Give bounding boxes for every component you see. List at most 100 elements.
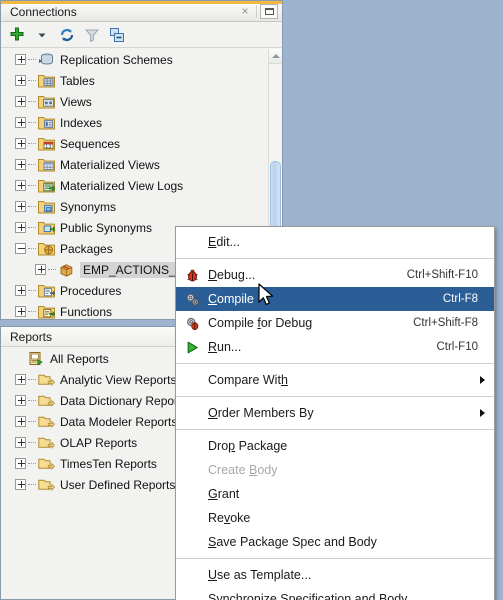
run-play-icon [176, 336, 208, 358]
tree-connector [28, 101, 36, 102]
menu-item-label: Debug... [208, 268, 256, 282]
tree-connector [28, 143, 36, 144]
menu-item-label: Order Members By [208, 406, 314, 420]
menu-item-label: Revoke [208, 511, 251, 525]
menu-item-no-icon [176, 564, 208, 586]
reports-panel-title: Reports [10, 330, 53, 344]
close-icon[interactable]: × [237, 4, 253, 19]
tree-item-label: Procedures [60, 283, 122, 298]
all-reports-icon [28, 351, 46, 367]
tree-connector [28, 206, 36, 207]
tree-item[interactable]: Synonyms [1, 196, 268, 217]
expand-plus-icon[interactable] [15, 437, 26, 448]
tree-item[interactable]: Tables [1, 70, 268, 91]
menu-item-edit[interactable]: Edit... [176, 230, 494, 254]
menu-item-shortcut: Ctrl-F8 [442, 293, 478, 305]
expand-plus-icon[interactable] [15, 458, 26, 469]
menu-item-synchronize-specification-and-body[interactable]: Synchronize Specification and Body... [176, 587, 494, 600]
filter-icon[interactable] [81, 24, 103, 46]
expand-plus-icon[interactable] [15, 306, 26, 317]
expand-plus-icon[interactable] [15, 285, 26, 296]
expand-plus-icon[interactable] [15, 479, 26, 490]
menu-item-drop-package[interactable]: Drop Package [176, 434, 494, 458]
debug-bug-icon [176, 264, 208, 286]
tree-item-label: Synonyms [60, 199, 117, 214]
menu-item-no-icon [176, 231, 208, 253]
report-folder-icon [38, 456, 56, 472]
menu-item-label: Create Body [208, 463, 278, 477]
titlebar-divider [256, 5, 257, 18]
sequences-folder-icon: 13 [38, 136, 56, 152]
expand-plus-icon[interactable] [15, 416, 26, 427]
tree-item-label: Replication Schemes [60, 52, 173, 67]
tree-connector [28, 122, 36, 123]
tree-connector [28, 379, 36, 380]
menu-item-order-members-by[interactable]: Order Members By [176, 401, 494, 425]
expand-plus-icon[interactable] [15, 75, 26, 86]
tree-connector [28, 421, 36, 422]
tree-connector [28, 248, 36, 249]
tree-item[interactable]: Materialized Views [1, 154, 268, 175]
tree-connector [28, 463, 36, 464]
tree-connector [28, 185, 36, 186]
tree-item[interactable]: Indexes [1, 112, 268, 133]
tree-item-label: Indexes [60, 115, 103, 130]
menu-item-compile[interactable]: Compile Ctrl-F8 [176, 287, 494, 311]
tree-item[interactable]: Materialized View Logs [1, 175, 268, 196]
expand-plus-icon[interactable] [15, 201, 26, 212]
expand-plus-icon[interactable] [35, 264, 46, 275]
connections-panel-title: Connections [10, 5, 77, 19]
tree-connector [28, 311, 36, 312]
package-context-menu[interactable]: Edit... Debug... Ctrl+Shift-F10 Compile Ctrl… [175, 226, 495, 600]
collapse-minus-icon[interactable] [15, 243, 26, 254]
menu-item-debug[interactable]: Debug... Ctrl+Shift-F10 [176, 263, 494, 287]
refresh-icon[interactable] [56, 24, 78, 46]
expand-plus-icon[interactable] [15, 395, 26, 406]
tree-item-label: OLAP Reports [60, 435, 138, 450]
scroll-up-arrow-icon[interactable] [269, 49, 282, 64]
tree-item[interactable]: 13 Sequences [1, 133, 268, 154]
menu-item-label: Compile [208, 292, 254, 306]
new-connection-icon[interactable] [6, 24, 28, 46]
app-window: Connections × Replication Schemes Tables… [0, 0, 503, 600]
tree-item-label: Data Modeler Reports [60, 414, 178, 429]
materialized-view-logs-folder-icon [38, 178, 56, 194]
expand-plus-icon[interactable] [15, 159, 26, 170]
menu-item-grant[interactable]: Grant [176, 482, 494, 506]
expand-plus-icon[interactable] [15, 374, 26, 385]
dropdown-arrow-icon[interactable] [31, 24, 53, 46]
menu-separator [176, 258, 494, 259]
svg-text:13: 13 [45, 144, 51, 150]
menu-item-revoke[interactable]: Revoke [176, 506, 494, 530]
menu-item-run[interactable]: Run... Ctrl-F10 [176, 335, 494, 359]
menu-item-no-icon [176, 483, 208, 505]
menu-item-compare-with[interactable]: Compare With [176, 368, 494, 392]
replication-schemes-icon [38, 52, 56, 68]
tree-item-label: TimesTen Reports [60, 456, 157, 471]
tree-connector [28, 484, 36, 485]
tree-item[interactable]: Replication Schemes [1, 49, 268, 70]
connections-title-buttons: × [237, 4, 278, 19]
menu-separator [176, 363, 494, 364]
tree-item-label: Public Synonyms [60, 220, 153, 235]
expand-plus-icon[interactable] [15, 222, 26, 233]
menu-separator [176, 396, 494, 397]
menu-item-compile-for-debug[interactable]: Compile for Debug Ctrl+Shift-F8 [176, 311, 494, 335]
expand-plus-icon[interactable] [15, 138, 26, 149]
tree-item-label: All Reports [50, 351, 109, 366]
expand-plus-icon[interactable] [15, 54, 26, 65]
tree-item-label: Analytic View Reports [60, 372, 177, 387]
menu-item-use-as-template[interactable]: Use as Template... [176, 563, 494, 587]
menu-item-create-body: Create Body [176, 458, 494, 482]
menu-item-label: Compile for Debug [208, 316, 313, 330]
collapse-all-icon[interactable] [106, 24, 128, 46]
expand-plus-icon[interactable] [15, 96, 26, 107]
menu-item-save-package-spec-and-body[interactable]: Save Package Spec and Body [176, 530, 494, 554]
minimize-icon[interactable] [260, 4, 278, 19]
expand-plus-icon[interactable] [15, 117, 26, 128]
expand-plus-icon[interactable] [15, 180, 26, 191]
menu-item-label: Edit... [208, 235, 240, 249]
tree-item[interactable]: Views [1, 91, 268, 112]
tree-item-label: Materialized Views [60, 157, 160, 172]
menu-item-no-icon [176, 459, 208, 481]
